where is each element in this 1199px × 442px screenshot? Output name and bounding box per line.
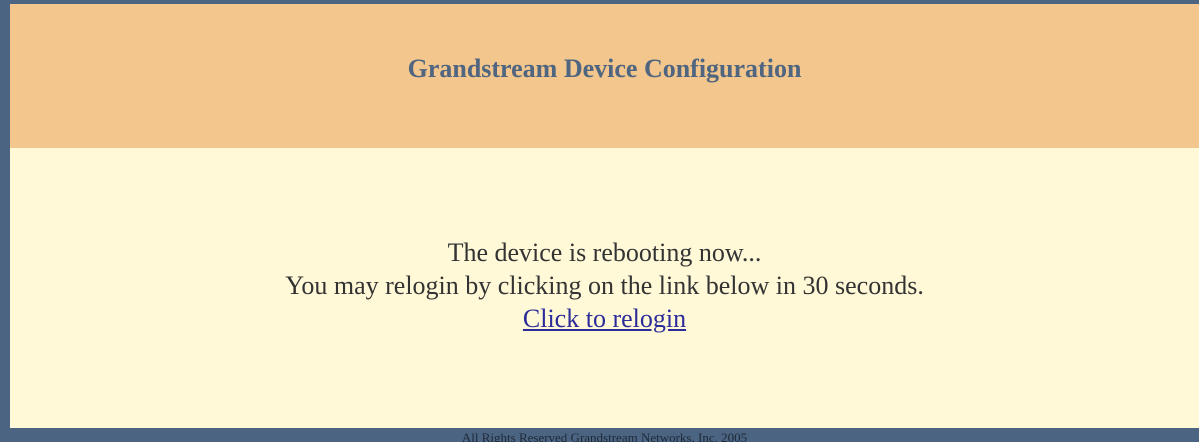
- page-title: Grandstream Device Configuration: [407, 54, 802, 83]
- relogin-instruction-text: You may relogin by clicking on the link …: [285, 271, 924, 300]
- page-header: Grandstream Device Configuration: [10, 4, 1199, 148]
- copyright-text: All Rights Reserved Grandstream Networks…: [461, 430, 748, 442]
- relogin-link[interactable]: Click to relogin: [523, 304, 686, 333]
- reboot-message: The device is rebooting now... You may r…: [10, 236, 1199, 335]
- rebooting-status-text: The device is rebooting now...: [447, 238, 762, 267]
- page-footer: All Rights Reserved Grandstream Networks…: [10, 428, 1199, 442]
- page-frame: Grandstream Device Configuration The dev…: [0, 0, 1199, 442]
- relogin-link-row: Click to relogin: [10, 302, 1199, 335]
- reboot-message-panel: The device is rebooting now... You may r…: [10, 148, 1199, 428]
